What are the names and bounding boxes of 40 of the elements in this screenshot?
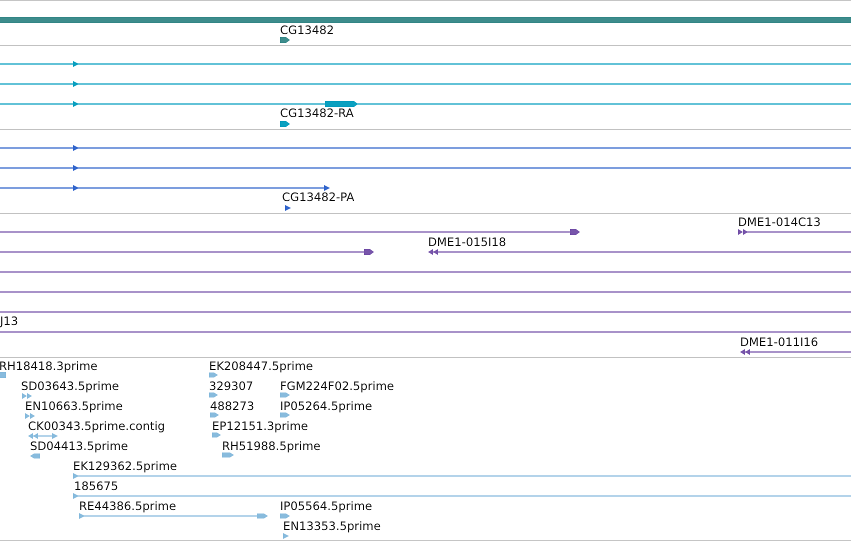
feature-glyph xyxy=(209,372,218,378)
feature-glyph xyxy=(280,121,290,127)
feature-glyph xyxy=(280,514,290,518)
feature-label: CK00343.5prime.contig xyxy=(28,419,166,433)
feature-label: EK129362.5prime xyxy=(73,459,178,473)
feature-label: EN10663.5prime xyxy=(25,399,123,413)
feature-label: RH51988.5prime xyxy=(222,439,320,453)
feature-glyph xyxy=(30,454,40,458)
feature-label: RH18418.3prime xyxy=(0,359,98,373)
feature-label: 488273 xyxy=(210,399,254,413)
feature-glyph xyxy=(222,452,234,458)
feature-glyph xyxy=(283,533,289,539)
feature-label: RE44386.5prime xyxy=(79,499,176,513)
feature-glyph xyxy=(212,432,221,438)
feature-glyph xyxy=(280,412,290,418)
feature-label: IP05564.5prime xyxy=(280,499,372,513)
feature-glyph xyxy=(25,413,35,419)
feature-glyph xyxy=(280,37,290,43)
feature-label: 185675 xyxy=(74,479,118,493)
feature-glyph xyxy=(209,392,218,398)
feature-label: EP12151.3prime xyxy=(212,419,308,433)
feature-glyph xyxy=(22,393,32,399)
feature-glyph xyxy=(285,205,291,211)
feature-label: SD03643.5prime xyxy=(21,379,120,393)
feature-label: DME1-011I16 xyxy=(740,335,818,349)
feature-label: DME1-015I18 xyxy=(428,235,506,249)
feature-label: IP05264.5prime xyxy=(280,399,372,413)
feature-label: 329307 xyxy=(209,379,254,393)
feature-label: SD04413.5prime xyxy=(30,439,128,453)
feature-label: FGM224F02.5prime xyxy=(280,379,394,393)
feature-label: CG13482 xyxy=(280,23,334,37)
feature-glyph xyxy=(280,392,290,398)
feature-glyph xyxy=(0,372,6,378)
feature-label: CG13482-RA xyxy=(280,106,354,120)
feature-line xyxy=(28,433,58,439)
feature-label: EK208447.5prime xyxy=(209,359,314,373)
feature-label: EN13353.5prime xyxy=(283,519,381,533)
feature-glyph xyxy=(210,412,219,418)
feature-label: DME1-014C13 xyxy=(738,215,821,229)
feature-label: CG13482-PA xyxy=(282,190,354,204)
